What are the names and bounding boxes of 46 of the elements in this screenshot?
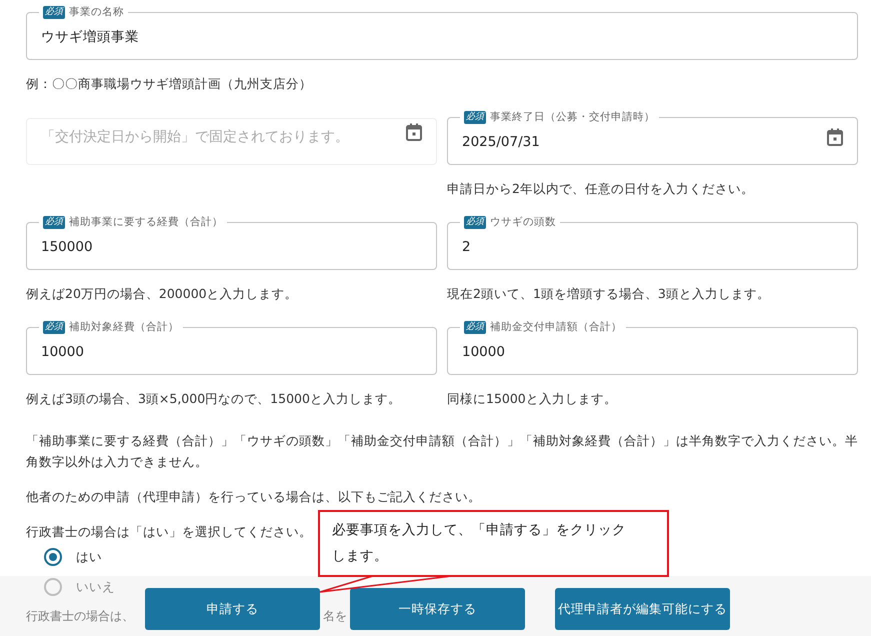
required-badge: 必須 (464, 111, 486, 124)
note-text: 他者のための申請（代理申請）を行っている場合は、以下もご記入ください。 (26, 488, 482, 506)
field-hint: 現在2頭いて、1頭を増頭する場合、3頭と入力します。 (447, 286, 771, 303)
note-text: 行政書士の場合は、 (26, 608, 134, 625)
text-field[interactable]: 必須 事業の名称 ウサギ増頭事業 (26, 6, 858, 60)
calendar-icon[interactable] (406, 123, 422, 141)
field-label: 必須 ウサギの頭数 (463, 216, 557, 229)
action-button[interactable]: 代理申請者が編集可能にする (555, 588, 730, 630)
field-hint: 例えば3頭の場合、3頭×5,000円なので、15000と入力します。 (26, 391, 402, 408)
radio-option[interactable]: はい (44, 548, 102, 566)
text-input[interactable]: 150000 (41, 229, 422, 255)
required-badge: 必須 (464, 321, 486, 334)
text-input[interactable]: ウサギ増頭事業 (41, 19, 843, 45)
text-field[interactable]: 必須 補助金交付申請額（合計） 10000 (447, 321, 858, 375)
radio-label: はい (76, 548, 102, 566)
field-hint: 申請日から2年以内で、任意の日付を入力ください。 (447, 181, 755, 198)
field-label: 必須 補助事業に要する経費（合計） (42, 216, 224, 229)
required-badge: 必須 (43, 216, 65, 229)
text-input[interactable]: 2 (462, 229, 843, 255)
required-badge: 必須 (43, 6, 65, 19)
note-text: 「補助事業に要する経費（合計）」「ウサギの頭数」「補助金交付申請額（合計）」「補助対象経費（合計）」は半角数字で入力ください。半角数字以外は入力できません。 (26, 432, 858, 471)
date-field[interactable]: 必須 事業終了日（公募・交付申請時） 2025/07/31 (447, 111, 858, 165)
required-badge: 必須 (464, 216, 486, 229)
text-field[interactable]: 「交付決定日から開始」で固定されております。 (26, 118, 437, 165)
field-label: 必須 補助金交付申請額（合計） (463, 321, 623, 334)
text-field[interactable]: 必須 補助対象経費（合計） 10000 (26, 321, 437, 375)
radio-label: いいえ (76, 578, 115, 596)
required-badge: 必須 (43, 321, 65, 334)
action-button[interactable]: 申請する (145, 588, 320, 630)
field-hint: 例えば20万円の場合、200000と入力します。 (26, 286, 299, 303)
radio-icon[interactable] (44, 548, 62, 566)
radio-icon[interactable] (44, 578, 62, 596)
date-input[interactable]: 2025/07/31 (462, 124, 819, 150)
text-field[interactable]: 必須 ウサギの頭数 2 (447, 216, 858, 270)
text-input[interactable]: 10000 (41, 334, 422, 360)
field-label: 必須 事業終了日（公募・交付申請時） (463, 111, 656, 124)
field-label: 必須 事業の名称 (42, 6, 125, 19)
field-hint: 例：〇〇商事職場ウサギ増頭計画（九州支店分） (26, 76, 313, 93)
field-hint: 同様に15000と入力します。 (447, 391, 618, 408)
action-button[interactable]: 一時保存する (350, 588, 525, 630)
calendar-icon[interactable] (827, 128, 843, 146)
note-text: 名を (323, 608, 347, 625)
radio-prompt: 行政書士の場合は「はい」を選択してください。 (26, 523, 312, 541)
text-field[interactable]: 必須 補助事業に要する経費（合計） 150000 (26, 216, 437, 270)
text-input[interactable]: 10000 (462, 334, 843, 360)
field-label: 必須 補助対象経費（合計） (42, 321, 180, 334)
